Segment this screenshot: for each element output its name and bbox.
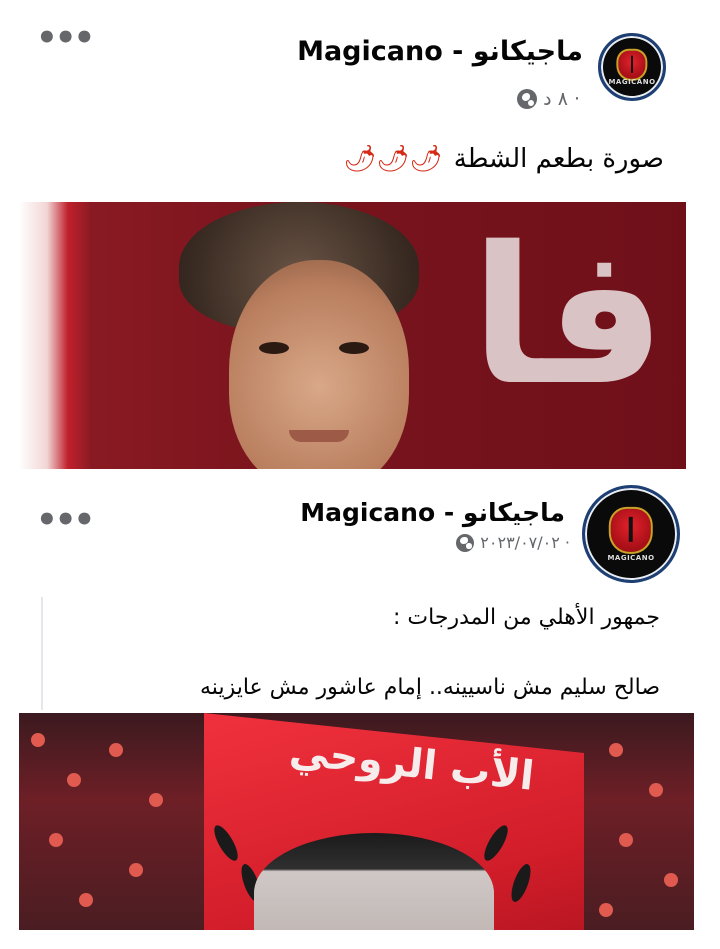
shared-page-avatar[interactable]: MAGICANO bbox=[582, 485, 680, 583]
club-logo-icon bbox=[616, 48, 648, 81]
bottle-shape bbox=[19, 202, 89, 469]
more-options-icon[interactable]: ••• bbox=[36, 503, 95, 537]
post-header: MAGICANO Magicano - ماجيكانو ٨ د · ••• bbox=[0, 0, 720, 130]
chili-pepper-icon: 🌶🌶🌶 bbox=[343, 144, 443, 174]
shared-page-name[interactable]: Magicano - ماجيكانو bbox=[300, 498, 565, 527]
globe-icon[interactable] bbox=[456, 533, 475, 552]
club-logo-icon bbox=[608, 507, 654, 554]
quote-divider bbox=[41, 597, 43, 710]
shared-post-line-1: جمهور الأهلي من المدرجات : bbox=[393, 605, 660, 630]
more-options-icon[interactable]: ••• bbox=[36, 21, 95, 55]
caption-text: صورة بطعم الشطة bbox=[453, 144, 664, 174]
avatar-brand-text: MAGICANO bbox=[608, 77, 656, 86]
post-meta: ٨ د · bbox=[517, 88, 580, 110]
background-lettering: فا bbox=[470, 206, 666, 427]
shared-post-meta: ٢٠٢٣/٠٧/٠٢ · bbox=[456, 533, 570, 552]
post-photo[interactable]: فا bbox=[19, 202, 686, 469]
page-name[interactable]: Magicano - ماجيكانو bbox=[297, 36, 583, 67]
post-time[interactable]: ٨ د · bbox=[543, 88, 580, 110]
mouth bbox=[289, 430, 349, 442]
globe-icon[interactable] bbox=[517, 89, 538, 109]
avatar-brand-text: MAGICANO bbox=[607, 553, 655, 562]
eye-right bbox=[339, 342, 369, 354]
shared-post-line-2: صالح سليم مش ناسيينه.. إمام عاشور مش عاي… bbox=[200, 675, 660, 700]
page-avatar[interactable]: MAGICANO bbox=[598, 33, 666, 101]
post-caption: صورة بطعم الشطة 🌶🌶🌶 bbox=[343, 144, 664, 174]
eye-left bbox=[259, 342, 289, 354]
shared-post-date[interactable]: ٢٠٢٣/٠٧/٠٢ · bbox=[480, 533, 570, 552]
shared-post-photo[interactable]: الأب الروحي bbox=[19, 713, 694, 930]
